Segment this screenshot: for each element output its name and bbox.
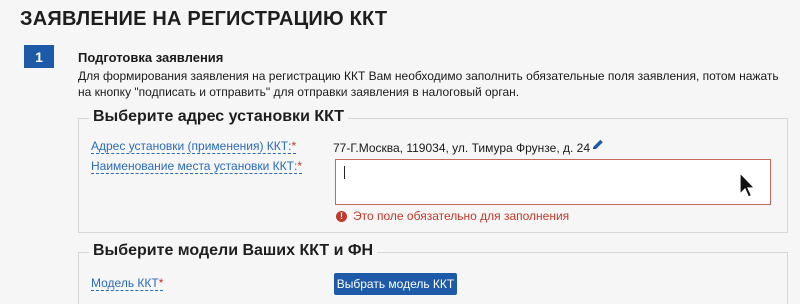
address-label[interactable]: Адрес установки (применения) ККТ:*	[91, 139, 297, 154]
error-icon: !	[336, 210, 347, 222]
required-mark: *	[297, 159, 302, 173]
step-description: Для формирования заявления на регистраци…	[78, 69, 779, 99]
place-name-error: ! Это поле обязательно для заполнения	[336, 209, 569, 223]
mouse-cursor-icon	[739, 172, 756, 198]
step-title: Подготовка заявления	[78, 50, 224, 65]
pencil-icon[interactable]	[591, 138, 605, 152]
address-fieldset: Выберите адрес установки ККТ Адрес устан…	[78, 108, 788, 233]
choose-model-button[interactable]: Выбрать модель ККТ	[334, 273, 457, 295]
address-legend: Выберите адрес установки ККТ	[89, 108, 349, 126]
required-mark: *	[291, 139, 297, 153]
place-name-label-text: Наименование места установки ККТ:	[91, 159, 298, 173]
address-label-text: Адрес установки (применения) ККТ:	[91, 139, 292, 153]
model-legend: Выберите модели Ваших ККТ и ФН	[89, 242, 378, 260]
model-label-text: Модель ККТ	[91, 276, 159, 290]
step-number-badge: 1	[24, 45, 54, 68]
address-value: 77-Г.Москва, 119034, ул. Тимура Фрунзе, …	[333, 141, 591, 155]
text-caret	[344, 166, 345, 179]
page-title: ЗАЯВЛЕНИЕ НА РЕГИСТРАЦИЮ ККТ	[20, 8, 388, 30]
model-label[interactable]: Модель ККТ*	[91, 276, 164, 291]
error-text: Это поле обязательно для заполнения	[353, 209, 570, 223]
model-fieldset: Выберите модели Ваших ККТ и ФН Модель КК…	[78, 242, 788, 304]
place-name-label[interactable]: Наименование места установки ККТ:*	[91, 159, 302, 174]
place-name-input[interactable]	[335, 159, 771, 205]
required-mark: *	[158, 276, 164, 290]
